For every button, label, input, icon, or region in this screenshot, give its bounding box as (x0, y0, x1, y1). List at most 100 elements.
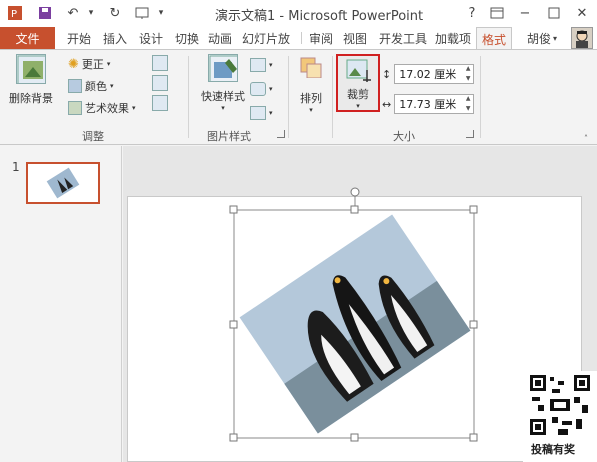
height-input[interactable]: 17.02 厘米 ▲ ▼ (394, 64, 475, 84)
powerpoint-logo-icon: P (6, 4, 24, 22)
powerpoint-window: P ↶ ▾ ↻ ▾ 演示文稿1 - Microsoft PowerPoint ?… (0, 0, 597, 462)
height-spinner-icon[interactable]: ▲ ▼ (463, 65, 473, 83)
group-picture-styles-label: 图片样式 (207, 130, 251, 143)
artistic-effects-icon (68, 101, 82, 115)
quick-styles-label: 快速样式 (201, 90, 245, 103)
undo-dropdown-icon[interactable]: ▾ (82, 4, 100, 22)
quick-styles-dropdown-icon: ▾ (221, 104, 225, 112)
group-separator (288, 56, 289, 138)
width-value: 17.73 厘米 (399, 98, 457, 111)
picture-effects-dropdown-icon: ▾ (269, 85, 273, 93)
tab-insert[interactable]: 插入 (98, 27, 132, 49)
size-launcher-icon[interactable] (466, 130, 474, 138)
compress-pictures-icon[interactable] (152, 55, 168, 71)
height-icon: ↕ (382, 67, 392, 81)
customize-qa-icon[interactable]: ▾ (152, 4, 170, 22)
corrections-button[interactable]: ✺ 更正 ▾ (68, 55, 136, 73)
ribbon-tabs: 文件 开始 插入 设计 切换 动画 幻灯片放 审阅 视图 开发工具 加载项 格式… (0, 27, 597, 50)
user-name: 胡俊 (527, 31, 552, 46)
picture-layout-dropdown-icon: ▾ (269, 109, 273, 117)
thumbnail-picture (46, 167, 80, 199)
color-icon (68, 79, 82, 93)
slide-number: 1 (12, 160, 20, 174)
ribbon: 删除背景 ✺ 更正 ▾ 颜色 ▾ 艺术效果 ▾ 调整 快速样式 ▾ ▾ ▾ ▾ … (0, 49, 597, 145)
tab-transitions[interactable]: 切换 (170, 27, 204, 49)
quick-styles-icon (208, 54, 238, 82)
crop-label: 裁剪 (347, 88, 369, 101)
artistic-effects-label: 艺术效果 (85, 102, 129, 115)
tab-view[interactable]: 视图 (338, 27, 372, 49)
minimize-button[interactable]: − (515, 3, 535, 23)
group-size-label: 大小 (393, 130, 415, 143)
collapse-ribbon-icon[interactable]: ˄ (584, 134, 588, 143)
group-adjust-label: 调整 (82, 130, 104, 143)
title-bar: P ↶ ▾ ↻ ▾ 演示文稿1 - Microsoft PowerPoint ?… (0, 0, 597, 27)
group-separator (332, 56, 333, 138)
remove-background-button[interactable]: 删除背景 (4, 54, 58, 110)
color-button[interactable]: 颜色 ▾ (68, 77, 136, 95)
close-button[interactable]: ✕ (572, 3, 592, 23)
crop-button[interactable]: 裁剪 ▾ (336, 54, 380, 112)
artistic-dropdown-icon: ▾ (132, 104, 136, 112)
picture-layout-icon (250, 106, 266, 120)
color-label: 颜色 (85, 80, 107, 93)
adjust-icon-column (152, 55, 168, 111)
slide-thumbnail[interactable] (26, 162, 100, 204)
quick-styles-button[interactable]: 快速样式 ▾ (196, 54, 250, 112)
change-picture-icon[interactable] (152, 75, 168, 91)
picture-styles-launcher-icon[interactable] (277, 130, 285, 138)
undo-icon[interactable]: ↶ (64, 4, 82, 22)
avatar[interactable] (571, 27, 593, 49)
color-dropdown-icon: ▾ (110, 82, 114, 90)
arrange-dropdown-icon: ▾ (309, 106, 313, 114)
watermark-label: 投稿有奖 (531, 443, 575, 456)
picture-layout-button[interactable]: ▾ (250, 104, 273, 122)
picture-border-dropdown-icon: ▾ (269, 61, 273, 69)
user-dropdown-icon: ▾ (553, 33, 558, 43)
sun-icon: ✺ (68, 56, 79, 72)
ribbon-display-icon[interactable] (487, 3, 507, 23)
tab-home[interactable]: 开始 (62, 27, 96, 49)
help-button[interactable]: ? (462, 3, 482, 23)
slideshow-icon[interactable] (134, 4, 152, 22)
tab-slideshow[interactable]: 幻灯片放 (237, 27, 295, 49)
tab-developer[interactable]: 开发工具 (374, 27, 432, 49)
height-control: ↕ 17.02 厘米 ▲ ▼ (382, 64, 475, 84)
arrange-icon (300, 57, 322, 78)
arrange-label: 排列 (300, 92, 322, 105)
reset-picture-icon[interactable] (152, 95, 168, 111)
picture-effects-button[interactable]: ▾ (250, 80, 273, 98)
group-separator (480, 56, 481, 138)
picture-style-small-buttons: ▾ ▾ ▾ (250, 56, 273, 122)
window-title: 演示文稿1 - Microsoft PowerPoint (215, 9, 424, 24)
crop-icon (346, 59, 371, 82)
corrections-label: 更正 (81, 58, 104, 71)
picture-border-button[interactable]: ▾ (250, 56, 273, 74)
slide-thumbnails-pane: 1 (0, 146, 122, 462)
remove-background-label: 删除背景 (9, 92, 53, 105)
width-input[interactable]: 17.73 厘米 ▲ ▼ (394, 94, 475, 114)
redo-icon[interactable]: ↻ (106, 4, 124, 22)
user-account[interactable]: 胡俊 ▾ (522, 27, 562, 49)
svg-text:P: P (11, 9, 17, 20)
picture-border-icon (250, 58, 266, 72)
artistic-effects-button[interactable]: 艺术效果 ▾ (68, 99, 136, 117)
width-control: ↔ 17.73 厘米 ▲ ▼ (382, 94, 475, 114)
tab-design[interactable]: 设计 (134, 27, 168, 49)
height-value: 17.02 厘米 (399, 68, 457, 81)
tab-addins[interactable]: 加载项 (430, 27, 476, 49)
remove-background-icon (16, 54, 46, 84)
tab-file[interactable]: 文件 (0, 27, 55, 49)
adjust-small-buttons: ✺ 更正 ▾ 颜色 ▾ 艺术效果 ▾ (68, 55, 136, 117)
arrange-button[interactable]: 排列 ▾ (296, 56, 326, 114)
save-icon[interactable] (36, 4, 54, 22)
tab-format[interactable]: 格式 (476, 27, 513, 50)
width-icon: ↔ (382, 97, 392, 111)
watermark-qr: 投稿有奖 (523, 371, 597, 462)
tab-review[interactable]: 审阅 (304, 27, 338, 49)
tab-animations[interactable]: 动画 (203, 27, 237, 49)
crop-dropdown-icon: ▾ (356, 102, 360, 110)
qr-code-icon (528, 373, 592, 437)
maximize-button[interactable] (544, 3, 564, 23)
width-spinner-icon[interactable]: ▲ ▼ (463, 95, 473, 113)
